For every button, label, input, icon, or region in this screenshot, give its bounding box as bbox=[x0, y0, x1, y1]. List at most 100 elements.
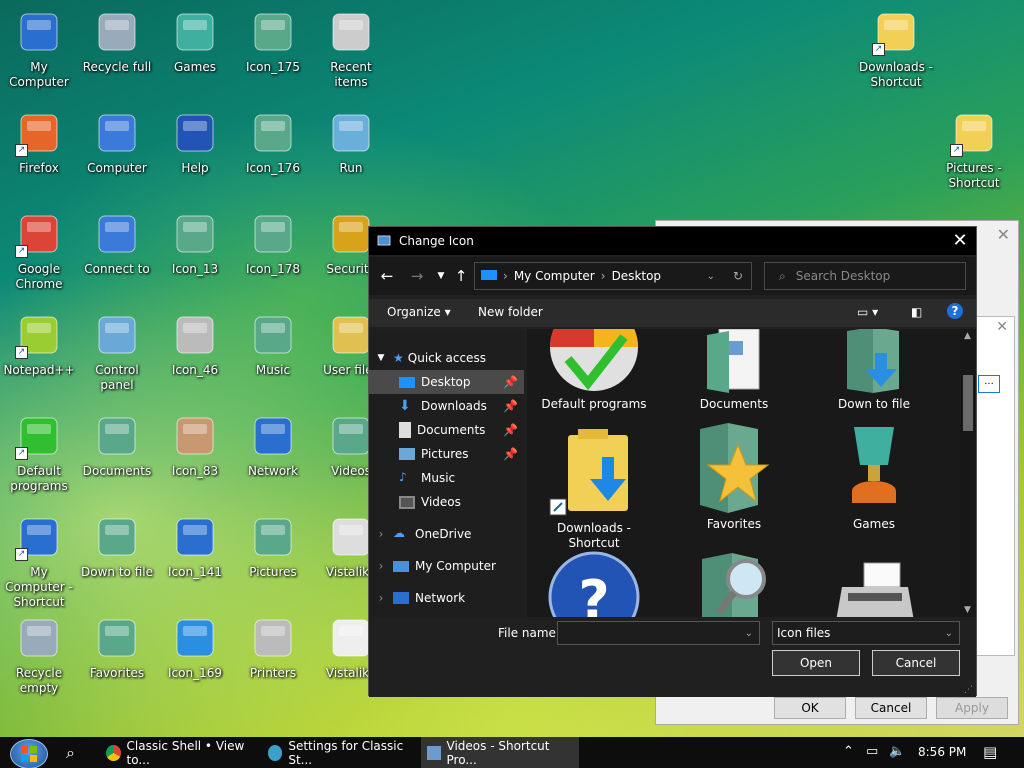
music-icon bbox=[249, 311, 297, 359]
desktop-icon-item[interactable]: My Computer bbox=[0, 8, 78, 90]
desktop-icon-item[interactable]: Music bbox=[234, 311, 312, 378]
taskbar-item-classic-shell[interactable]: Classic Shell • View to... bbox=[100, 737, 258, 768]
close-icon[interactable]: ✕ bbox=[997, 225, 1010, 244]
desktop-icon-item[interactable]: Recycle full bbox=[78, 8, 156, 75]
nav-onedrive[interactable]: › ☁ OneDrive bbox=[369, 522, 524, 546]
desktop-icon-item[interactable]: Icon_176 bbox=[234, 109, 312, 176]
desktop-icon-item[interactable]: Recent items bbox=[312, 8, 390, 90]
file-item-favorites[interactable]: Favorites bbox=[664, 421, 804, 532]
breadcrumb-desktop[interactable]: Desktop bbox=[612, 269, 662, 283]
desktop-icon-item[interactable]: ↗ Firefox bbox=[0, 109, 78, 176]
desktop-icon-item[interactable]: Connect to bbox=[78, 210, 156, 277]
chevron-down-icon[interactable]: ▼ bbox=[432, 267, 450, 285]
desktop-icon-label: Recycle empty bbox=[15, 666, 63, 695]
cancel-button[interactable]: Cancel bbox=[872, 650, 960, 676]
nav-desktop[interactable]: Desktop 📌 bbox=[369, 370, 524, 394]
network-tray-icon[interactable]: ▭ bbox=[866, 744, 878, 759]
desktop-icon-item[interactable]: ↗ Downloads - Shortcut bbox=[857, 8, 935, 90]
file-item-search-folder[interactable] bbox=[664, 551, 804, 617]
nav-music[interactable]: ♪ Music bbox=[369, 466, 524, 490]
breadcrumb-my-computer[interactable]: My Computer bbox=[514, 269, 595, 283]
preview-pane-icon[interactable]: ◧ bbox=[911, 305, 922, 319]
desktop-icon-item[interactable]: Icon_175 bbox=[234, 8, 312, 75]
nav-quick-access[interactable]: ▼ ★ Quick access bbox=[369, 346, 524, 370]
search-folder-icon bbox=[702, 553, 766, 617]
file-label: Down to file bbox=[838, 397, 910, 411]
browse-button[interactable]: ... bbox=[978, 375, 1000, 393]
desktop-icon-item[interactable]: Control panel bbox=[78, 311, 156, 393]
desktop-icon-item[interactable]: Down to file bbox=[78, 513, 156, 580]
search-icon[interactable]: ⌕ bbox=[66, 743, 75, 763]
printer-icon bbox=[171, 311, 219, 359]
chevron-down-icon[interactable]: ⌄ bbox=[707, 271, 715, 282]
desktop-icon-item[interactable]: Printers bbox=[234, 614, 312, 681]
back-arrow-icon[interactable]: ← bbox=[378, 267, 396, 285]
desktop-icon-item[interactable]: Icon_83 bbox=[156, 412, 234, 479]
desktop-icon-label: Default programs bbox=[10, 464, 68, 493]
nav-network[interactable]: › Network bbox=[369, 586, 524, 610]
volume-icon[interactable]: 🔈 bbox=[889, 744, 905, 759]
desktop-icon-item[interactable]: ↗ Pictures - Shortcut bbox=[935, 109, 1013, 191]
file-item-down-to-file[interactable]: Down to file bbox=[804, 329, 944, 412]
up-arrow-icon[interactable]: ↑ bbox=[452, 267, 470, 285]
new-folder-button[interactable]: New folder bbox=[478, 305, 543, 319]
taskbar-item-videos-shortcut[interactable]: Videos - Shortcut Pro... bbox=[421, 737, 579, 768]
desktop-icon-item[interactable]: Computer bbox=[78, 109, 156, 176]
help-icon[interactable]: ? bbox=[947, 303, 963, 319]
apply-button[interactable]: Apply bbox=[936, 697, 1008, 719]
desktop-icon-item[interactable]: Recycle empty bbox=[0, 614, 78, 696]
file-name-field[interactable]: ⌄ bbox=[557, 621, 760, 645]
close-icon[interactable]: ✕ bbox=[996, 319, 1008, 335]
resize-grip-icon[interactable]: ⋰ bbox=[964, 685, 973, 695]
ok-button[interactable]: OK bbox=[774, 697, 846, 719]
nav-my-computer[interactable]: › My Computer bbox=[369, 554, 524, 578]
vertical-scrollbar[interactable]: ▲ ▼ bbox=[960, 329, 976, 617]
nav-videos[interactable]: Videos bbox=[369, 490, 524, 514]
chevron-up-icon[interactable]: ⌃ bbox=[843, 744, 854, 759]
desktop-icon-item[interactable]: ↗ Google Chrome bbox=[0, 210, 78, 292]
background-cancel-button[interactable]: Cancel bbox=[855, 697, 927, 719]
desktop-icon-item[interactable]: Icon_13 bbox=[156, 210, 234, 277]
file-item-downloads-shortcut[interactable]: Downloads - Shortcut bbox=[527, 427, 664, 551]
search-icon: ⌕ bbox=[779, 268, 786, 283]
organize-button[interactable]: Organize ▾ bbox=[387, 305, 451, 319]
clock[interactable]: 8:56 PM bbox=[918, 745, 966, 759]
nav-documents[interactable]: Documents 📌 bbox=[369, 418, 524, 442]
close-icon[interactable]: ✕ bbox=[950, 231, 970, 251]
desktop-icon-item[interactable]: Icon_169 bbox=[156, 614, 234, 681]
desktop-icon-item[interactable]: Icon_46 bbox=[156, 311, 234, 378]
nav-pictures[interactable]: Pictures 📌 bbox=[369, 442, 524, 466]
desktop-icon-item[interactable]: Icon_141 bbox=[156, 513, 234, 580]
desktop-icon-item[interactable]: Pictures bbox=[234, 513, 312, 580]
desktop-icon-item[interactable]: Games bbox=[156, 8, 234, 75]
desktop-icon-item[interactable]: Favorites bbox=[78, 614, 156, 681]
desktop-icon-item[interactable]: Documents bbox=[78, 412, 156, 479]
address-bar[interactable]: › My Computer › Desktop ⌄ ↻ bbox=[474, 262, 752, 290]
desktop-icon-item[interactable]: Icon_178 bbox=[234, 210, 312, 277]
notification-icon[interactable]: ▤ bbox=[983, 743, 997, 761]
search-input[interactable]: ⌕ Search Desktop bbox=[764, 262, 966, 290]
forward-arrow-icon[interactable]: → bbox=[408, 267, 426, 285]
file-item-printer[interactable] bbox=[804, 551, 944, 617]
chevron-down-icon[interactable]: ▼ bbox=[964, 605, 971, 615]
nav-downloads[interactable]: ⬇ Downloads 📌 bbox=[369, 394, 524, 418]
videos-icon bbox=[399, 495, 415, 509]
chevron-up-icon[interactable]: ▲ bbox=[964, 331, 971, 341]
file-item-help[interactable]: ? bbox=[527, 551, 664, 617]
file-item-default-programs[interactable]: Default programs bbox=[527, 329, 664, 412]
file-type-select[interactable]: Icon files ⌄ bbox=[772, 621, 960, 645]
open-button[interactable]: Open bbox=[772, 650, 860, 676]
taskbar-item-settings[interactable]: Settings for Classic St... bbox=[262, 737, 416, 768]
desktop-icon-item[interactable]: ↗ Notepad++ bbox=[0, 311, 78, 378]
desktop-icon-item[interactable]: Network bbox=[234, 412, 312, 479]
start-button[interactable] bbox=[10, 739, 48, 768]
desktop-icon-item[interactable]: Run bbox=[312, 109, 390, 176]
desktop-icon-item[interactable]: ↗ My Computer - Shortcut bbox=[0, 513, 78, 610]
file-item-games[interactable]: Games bbox=[804, 421, 944, 532]
desktop-icon-item[interactable]: Help bbox=[156, 109, 234, 176]
desktop-icon-item[interactable]: ↗ Default programs bbox=[0, 412, 78, 494]
refresh-icon[interactable]: ↻ bbox=[733, 269, 743, 283]
file-item-documents[interactable]: Documents bbox=[664, 329, 804, 412]
scroll-thumb[interactable] bbox=[963, 375, 973, 431]
view-options-icon[interactable]: ▭ ▾ bbox=[857, 305, 878, 319]
